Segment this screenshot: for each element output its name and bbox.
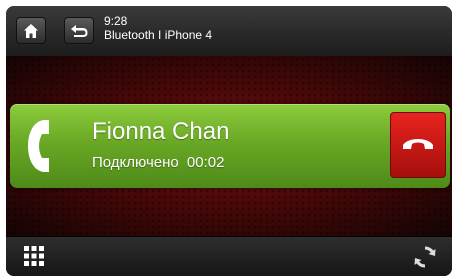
hang-up-icon	[402, 136, 434, 155]
caller-name: Fionna Chan	[92, 118, 230, 145]
phone-handset-icon	[24, 118, 52, 179]
back-arrow-icon	[70, 24, 88, 38]
call-status-label: Подключено	[92, 154, 179, 171]
top-bar: 9:28 Bluetooth I iPhone 4	[6, 6, 452, 57]
bottom-bar	[6, 236, 452, 276]
call-status: Подключено 00:02	[92, 154, 224, 171]
status-info: 9:28 Bluetooth I iPhone 4	[104, 14, 212, 42]
home-icon	[23, 23, 39, 39]
refresh-icon[interactable]	[413, 245, 437, 274]
back-button[interactable]	[64, 17, 94, 44]
keypad-grid-icon[interactable]	[24, 246, 44, 271]
bluetooth-device-label: Bluetooth I iPhone 4	[104, 28, 213, 42]
call-duration: 00:02	[186, 154, 225, 171]
hang-up-button[interactable]	[390, 112, 446, 178]
clock-time: 9:28	[104, 14, 128, 28]
active-call-card: Fionna Chan Подключено 00:02	[10, 104, 450, 188]
phone-call-screen: 9:28 Bluetooth I iPhone 4 Fionna Chan По…	[6, 6, 452, 276]
home-button[interactable]	[16, 17, 46, 44]
